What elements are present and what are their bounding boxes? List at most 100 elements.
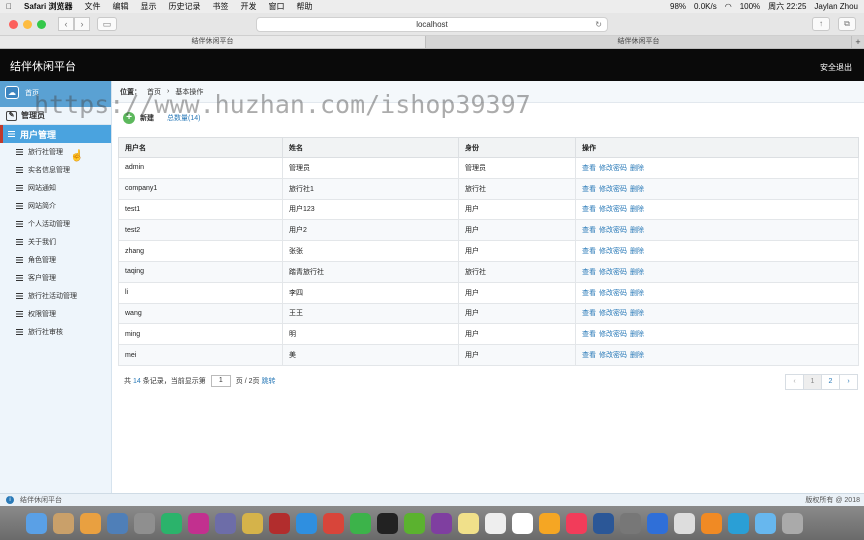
delete-link[interactable]: 删除: [630, 331, 644, 338]
page-2-button[interactable]: 2: [821, 374, 840, 390]
browser-dock-icon[interactable]: [728, 512, 749, 534]
screen-dock-icon[interactable]: [323, 512, 344, 534]
sidebar-item[interactable]: 关于我们: [0, 233, 111, 251]
delete-link[interactable]: 删除: [630, 186, 644, 193]
sequel-dock-icon[interactable]: [215, 512, 236, 534]
user-name[interactable]: Jaylan Zhou: [814, 2, 858, 11]
word-dock-icon[interactable]: [593, 512, 614, 534]
jump-link[interactable]: 跳转: [262, 376, 276, 386]
change-password-link[interactable]: 修改密码: [599, 165, 627, 172]
wechat-dock-icon[interactable]: [350, 512, 371, 534]
sidebar-item[interactable]: 个人活动管理: [0, 215, 111, 233]
tab-2[interactable]: 结伴休闲平台: [426, 36, 852, 48]
view-link[interactable]: 查看: [582, 352, 596, 359]
sidebar-toggle-icon[interactable]: ▭: [97, 17, 117, 31]
change-password-link[interactable]: 修改密码: [599, 248, 627, 255]
address-bar[interactable]: localhost ↻: [256, 17, 608, 32]
close-window-button[interactable]: [9, 19, 18, 29]
change-password-link[interactable]: 修改密码: [599, 290, 627, 297]
green-dock-icon[interactable]: [404, 512, 425, 534]
folder-dock-icon[interactable]: [755, 512, 776, 534]
trash-dock-icon[interactable]: [782, 512, 803, 534]
sidebar-item[interactable]: 旅行社审核: [0, 323, 111, 341]
delete-link[interactable]: 删除: [630, 290, 644, 297]
change-password-link[interactable]: 修改密码: [599, 186, 627, 193]
delete-link[interactable]: 删除: [630, 310, 644, 317]
view-link[interactable]: 查看: [582, 206, 596, 213]
clock[interactable]: 周六 22:25: [768, 1, 806, 12]
safari-dock-icon[interactable]: [296, 512, 317, 534]
change-password-link[interactable]: 修改密码: [599, 331, 627, 338]
logout-link[interactable]: 安全退出: [820, 62, 852, 73]
qq-dock-icon[interactable]: [377, 512, 398, 534]
sidebar-item[interactable]: 实名信息管理: [0, 161, 111, 179]
view-link[interactable]: 查看: [582, 248, 596, 255]
menu-item[interactable]: 历史记录: [168, 1, 200, 12]
sidebar-item-user-management[interactable]: 用户管理: [0, 125, 111, 143]
music-dock-icon[interactable]: [566, 512, 587, 534]
change-password-link[interactable]: 修改密码: [599, 310, 627, 317]
sidebar-item[interactable]: 客户管理: [0, 269, 111, 287]
sidebar-item[interactable]: 旅行社管理: [0, 143, 111, 161]
sidebar-item[interactable]: 权限管理: [0, 305, 111, 323]
menu-app-name[interactable]: Safari 浏览器: [24, 1, 72, 12]
apple-icon[interactable]: : [6, 2, 12, 11]
change-password-link[interactable]: 修改密码: [599, 352, 627, 359]
sidebar-item[interactable]: 网站简介: [0, 197, 111, 215]
minimize-window-button[interactable]: [23, 19, 32, 29]
sidebar-item[interactable]: 旅行社活动管理: [0, 287, 111, 305]
view-link[interactable]: 查看: [582, 269, 596, 276]
menu-item[interactable]: 显示: [140, 1, 156, 12]
menu-item[interactable]: 文件: [84, 1, 100, 12]
delete-link[interactable]: 删除: [630, 165, 644, 172]
view-link[interactable]: 查看: [582, 165, 596, 172]
list-dock-icon[interactable]: [485, 512, 506, 534]
sublime-dock-icon[interactable]: [701, 512, 722, 534]
delete-link[interactable]: 删除: [630, 352, 644, 359]
rp-dock-icon[interactable]: [431, 512, 452, 534]
delete-link[interactable]: 删除: [630, 248, 644, 255]
pages-dock-icon[interactable]: [539, 512, 560, 534]
pen-dock-icon[interactable]: [674, 512, 695, 534]
note-dock-icon[interactable]: [458, 512, 479, 534]
photos-dock-icon[interactable]: [80, 512, 101, 534]
calendar-dock-icon[interactable]: [512, 512, 533, 534]
change-password-link[interactable]: 修改密码: [599, 269, 627, 276]
forward-button[interactable]: ›: [74, 17, 90, 31]
change-password-link[interactable]: 修改密码: [599, 206, 627, 213]
preview-dock-icon[interactable]: [107, 512, 128, 534]
intellij-dock-icon[interactable]: [188, 512, 209, 534]
view-link[interactable]: 查看: [582, 227, 596, 234]
menu-item[interactable]: 开发: [240, 1, 256, 12]
next-page-button[interactable]: ›: [839, 374, 858, 390]
delete-link[interactable]: 删除: [630, 227, 644, 234]
db-dock-icon[interactable]: [242, 512, 263, 534]
delete-link[interactable]: 删除: [630, 206, 644, 213]
sidebar-item[interactable]: 角色管理: [0, 251, 111, 269]
delete-link[interactable]: 删除: [630, 269, 644, 276]
menu-item[interactable]: 编辑: [112, 1, 128, 12]
view-link[interactable]: 查看: [582, 310, 596, 317]
wifi-icon[interactable]: ◠: [725, 2, 732, 11]
back-button[interactable]: ‹: [58, 17, 74, 31]
reload-icon[interactable]: ↻: [595, 18, 602, 31]
menu-item[interactable]: 帮助: [296, 1, 312, 12]
redis-dock-icon[interactable]: [269, 512, 290, 534]
new-tab-button[interactable]: +: [852, 36, 864, 48]
zoom-window-button[interactable]: [37, 19, 46, 29]
menu-item[interactable]: 窗口: [268, 1, 284, 12]
settings-dock-icon[interactable]: [620, 512, 641, 534]
view-link[interactable]: 查看: [582, 186, 596, 193]
menu-item[interactable]: 书签: [212, 1, 228, 12]
view-link[interactable]: 查看: [582, 290, 596, 297]
tab-1[interactable]: 结伴休闲平台: [0, 36, 426, 48]
notes-dock-icon[interactable]: [53, 512, 74, 534]
share-icon[interactable]: ↑: [812, 17, 830, 31]
prev-page-button[interactable]: ‹: [785, 374, 804, 390]
change-password-link[interactable]: 修改密码: [599, 227, 627, 234]
baidu-dock-icon[interactable]: [647, 512, 668, 534]
pycharm-dock-icon[interactable]: [161, 512, 182, 534]
page-1-button[interactable]: 1: [803, 374, 822, 390]
launchpad-dock-icon[interactable]: [134, 512, 155, 534]
finder-dock-icon[interactable]: [26, 512, 47, 534]
